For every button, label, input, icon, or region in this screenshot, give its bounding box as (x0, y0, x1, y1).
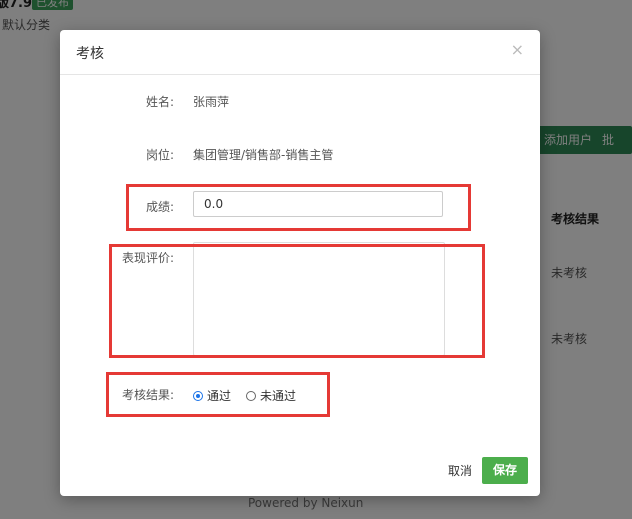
position-value: 集团管理/销售部-销售主管 (193, 148, 334, 162)
close-icon[interactable]: × (511, 40, 524, 59)
radio-pass-label[interactable]: 通过 (207, 387, 231, 404)
radio-fail-icon[interactable] (246, 390, 256, 401)
radio-pass-icon[interactable] (193, 390, 203, 401)
radio-fail-label[interactable]: 未通过 (260, 387, 296, 404)
assessment-dialog: 考核 × 姓名: 张雨萍 岗位: 集团管理/销售部-销售主管 成绩: 表现评价:… (60, 30, 540, 496)
save-button[interactable]: 保存 (482, 457, 528, 484)
name-label: 姓名: (146, 95, 175, 109)
result-label: 考核结果: (122, 388, 175, 402)
dialog-title: 考核 (76, 46, 104, 62)
radio-pass[interactable]: 通过 (193, 387, 231, 404)
score-input[interactable] (193, 191, 443, 217)
position-label: 岗位: (146, 148, 175, 162)
dialog-header: 考核 × (60, 30, 540, 75)
name-value: 张雨萍 (193, 95, 230, 109)
radio-fail[interactable]: 未通过 (246, 387, 296, 404)
score-label: 成绩: (146, 200, 175, 214)
cancel-button[interactable]: 取消 (448, 462, 472, 479)
evaluation-textarea[interactable] (193, 242, 445, 356)
evaluation-label: 表现评价: (122, 251, 175, 265)
